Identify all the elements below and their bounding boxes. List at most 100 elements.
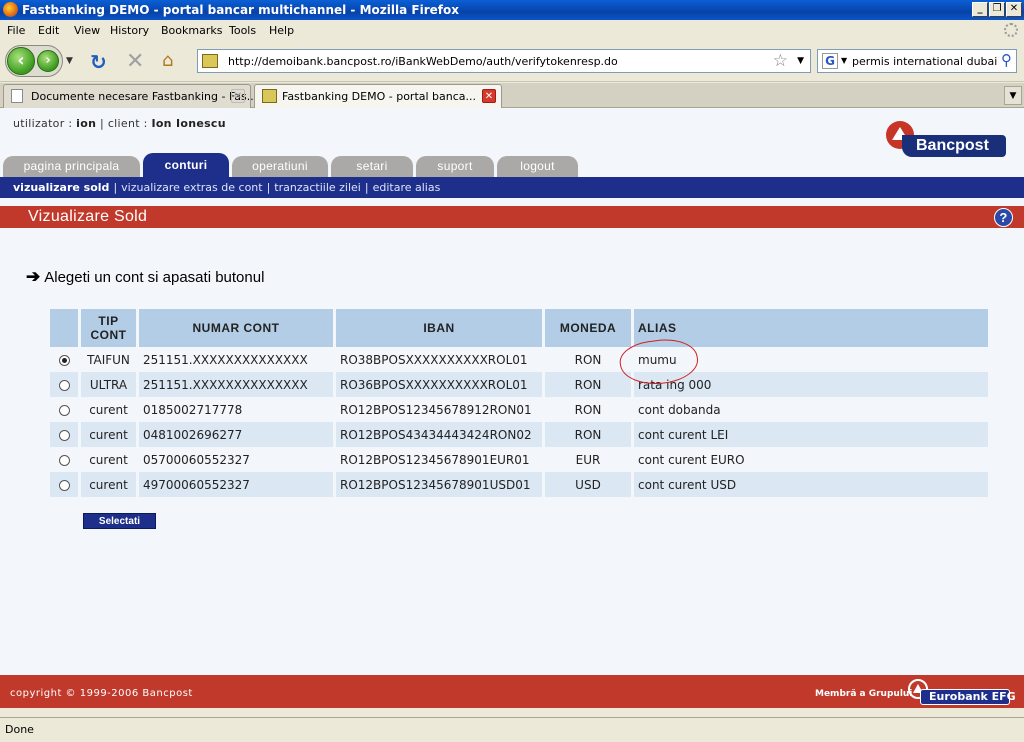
subnav-editare-alias[interactable]: editare alias — [373, 181, 441, 194]
menu-history[interactable]: History — [110, 24, 149, 37]
menu-edit[interactable]: Edit — [38, 24, 59, 37]
tab-bar: Documente necesare Fastbanking - Fas... … — [0, 83, 1024, 109]
nav-tab-pagina-principala[interactable]: pagina principala — [3, 156, 140, 177]
firefox-icon — [3, 2, 18, 17]
forward-button[interactable]: › — [37, 50, 59, 72]
menu-bookmarks[interactable]: Bookmarks — [161, 24, 222, 37]
eurobank-efg-logo: Eurobank EFG — [908, 679, 1016, 705]
menu-file[interactable]: File — [7, 24, 25, 37]
reload-icon[interactable]: ↻ — [90, 50, 107, 74]
minimize-button[interactable]: _ — [972, 2, 988, 17]
cell-moneda: RON — [545, 422, 631, 447]
menu-tools[interactable]: Tools — [229, 24, 256, 37]
back-button[interactable]: ‹ — [7, 47, 35, 75]
tab-label: Documente necesare Fastbanking - Fas... — [31, 90, 258, 103]
cell-tip: TAIFUN — [87, 352, 130, 367]
user-info: utilizator : ion | client : Ion Ionescu — [13, 117, 226, 130]
search-bar[interactable]: G ▼ permis international dubai ⚲ — [817, 49, 1017, 73]
tab-fastbanking[interactable]: Fastbanking DEMO - portal banca... ✕ — [254, 84, 502, 109]
cell-iban: RO12BPOS12345678912RON01 — [340, 402, 532, 417]
nav-tab-setari[interactable]: setari — [331, 156, 413, 177]
history-dropdown-icon[interactable]: ▼ — [66, 56, 73, 66]
row-select-cell — [50, 472, 78, 497]
menu-view[interactable]: View — [74, 24, 100, 37]
account-radio[interactable] — [58, 429, 70, 441]
table-row[interactable]: TAIFUN 251151.XXXXXXXXXXXXXX RO38BPOSXXX… — [50, 347, 988, 372]
subnav-extras-de-cont[interactable]: vizualizare extras de cont — [121, 181, 262, 194]
subnav-vizualizare-sold[interactable]: vizualizare sold — [13, 181, 109, 194]
header-numar-cont: NUMAR CONT — [139, 309, 333, 347]
google-engine-icon[interactable]: G — [822, 53, 838, 69]
help-icon[interactable]: ? — [994, 208, 1013, 227]
table-row[interactable]: curent 05700060552327 RO12BPOS1234567890… — [50, 447, 988, 472]
page-title: Vizualizare Sold — [28, 208, 148, 225]
cell-alias: cont dobanda — [638, 402, 721, 417]
header-tip-line1: TIP — [98, 314, 119, 328]
table-row[interactable]: curent 49700060552327 RO12BPOS1234567890… — [50, 472, 988, 497]
tab-label: Fastbanking DEMO - portal banca... — [282, 90, 477, 103]
copyright-text: copyright © 1999-2006 Bancpost — [10, 688, 193, 699]
header-tip-line2: CONT — [90, 328, 127, 342]
menu-help[interactable]: Help — [269, 24, 294, 37]
group-membership-text: Membră a Grupului — [815, 689, 913, 699]
tab-close-icon[interactable]: ✕ — [482, 89, 496, 103]
table-row[interactable]: curent 0185002717778 RO12BPOS12345678912… — [50, 397, 988, 422]
selectati-button[interactable]: Selectati — [83, 513, 156, 529]
search-input[interactable]: permis international dubai — [852, 55, 997, 68]
engine-dropdown-icon[interactable]: ▼ — [841, 56, 847, 65]
subnav-tranzactiile-zilei[interactable]: tranzactiile zilei — [274, 181, 361, 194]
cell-numar: 0185002717778 — [143, 402, 243, 417]
window-title-bar: Fastbanking DEMO - portal bancar multich… — [0, 0, 1024, 20]
row-select-cell — [50, 347, 78, 372]
cell-numar: 251151.XXXXXXXXXXXXXX — [143, 352, 308, 367]
cell-moneda: RON — [574, 402, 602, 417]
navigation-toolbar: ‹ › ▼ ↻ ✕ ⌂ http://demoibank.bancpost.ro… — [0, 40, 1024, 82]
nav-tab-conturi[interactable]: conturi — [143, 153, 229, 177]
instruction-heading: ➔ Alegeti un cont si apasati butonul — [26, 267, 264, 287]
cell-moneda: RON — [574, 352, 602, 367]
subnav-separator: | — [113, 181, 118, 194]
row-select-cell — [50, 397, 78, 422]
url-text[interactable]: http://demoibank.bancpost.ro/iBankWebDem… — [228, 55, 618, 68]
cell-numar: 05700060552327 — [143, 452, 250, 467]
table-row[interactable]: curent 0481002696277 RO12BPOS43434443424… — [50, 422, 988, 447]
status-text: Done — [5, 723, 34, 736]
account-radio[interactable] — [58, 404, 70, 416]
nav-tab-logout[interactable]: logout — [497, 156, 578, 177]
account-radio[interactable] — [58, 454, 70, 466]
cell-numar: 49700060552327 — [139, 472, 333, 497]
subnav-separator: | — [266, 181, 271, 194]
site-favicon-icon — [202, 54, 218, 68]
row-select-cell — [50, 372, 78, 397]
url-bar[interactable]: http://demoibank.bancpost.ro/iBankWebDem… — [197, 49, 811, 73]
client-label: client : — [107, 117, 148, 130]
nav-tab-operatiuni[interactable]: operatiuni — [232, 156, 328, 177]
accounts-table: TIP CONT NUMAR CONT IBAN MONEDA ALIAS TAI… — [47, 309, 991, 497]
search-magnifier-icon[interactable]: ⚲ — [1001, 51, 1012, 69]
user-value: ion — [76, 117, 97, 130]
menu-bar: File Edit View History Bookmarks Tools H… — [0, 20, 1024, 40]
window-title: Fastbanking DEMO - portal bancar multich… — [22, 3, 459, 17]
bookmark-star-icon[interactable]: ☆ — [773, 51, 788, 71]
account-radio[interactable] — [58, 354, 70, 366]
cell-tip: curent — [89, 452, 128, 467]
tab-list-dropdown-icon[interactable]: ▼ — [1004, 86, 1022, 105]
url-dropdown-icon[interactable]: ▼ — [797, 56, 804, 66]
account-radio[interactable] — [58, 479, 70, 491]
home-icon[interactable]: ⌂ — [162, 50, 173, 71]
close-window-button[interactable]: ✕ — [1006, 2, 1022, 17]
nav-tab-suport[interactable]: suport — [416, 156, 494, 177]
maximize-button[interactable]: ❐ — [989, 2, 1005, 17]
sub-navigation: vizualizare sold | vizualizare extras de c… — [0, 177, 1024, 198]
cell-alias: cont curent USD — [634, 472, 988, 497]
tab-documente[interactable]: Documente necesare Fastbanking - Fas... … — [3, 84, 257, 108]
account-radio[interactable] — [58, 379, 70, 391]
subnav-separator: | — [364, 181, 369, 194]
status-bar: Done — [0, 717, 1024, 740]
tab-close-icon[interactable]: ✕ — [231, 89, 245, 103]
table-row[interactable]: ULTRA 251151.XXXXXXXXXXXXXX RO36BPOSXXXX… — [50, 372, 988, 397]
user-label: utilizator : — [13, 117, 73, 130]
throbber-icon — [1004, 23, 1018, 37]
stop-icon[interactable]: ✕ — [126, 49, 144, 74]
user-separator: | — [100, 117, 105, 130]
